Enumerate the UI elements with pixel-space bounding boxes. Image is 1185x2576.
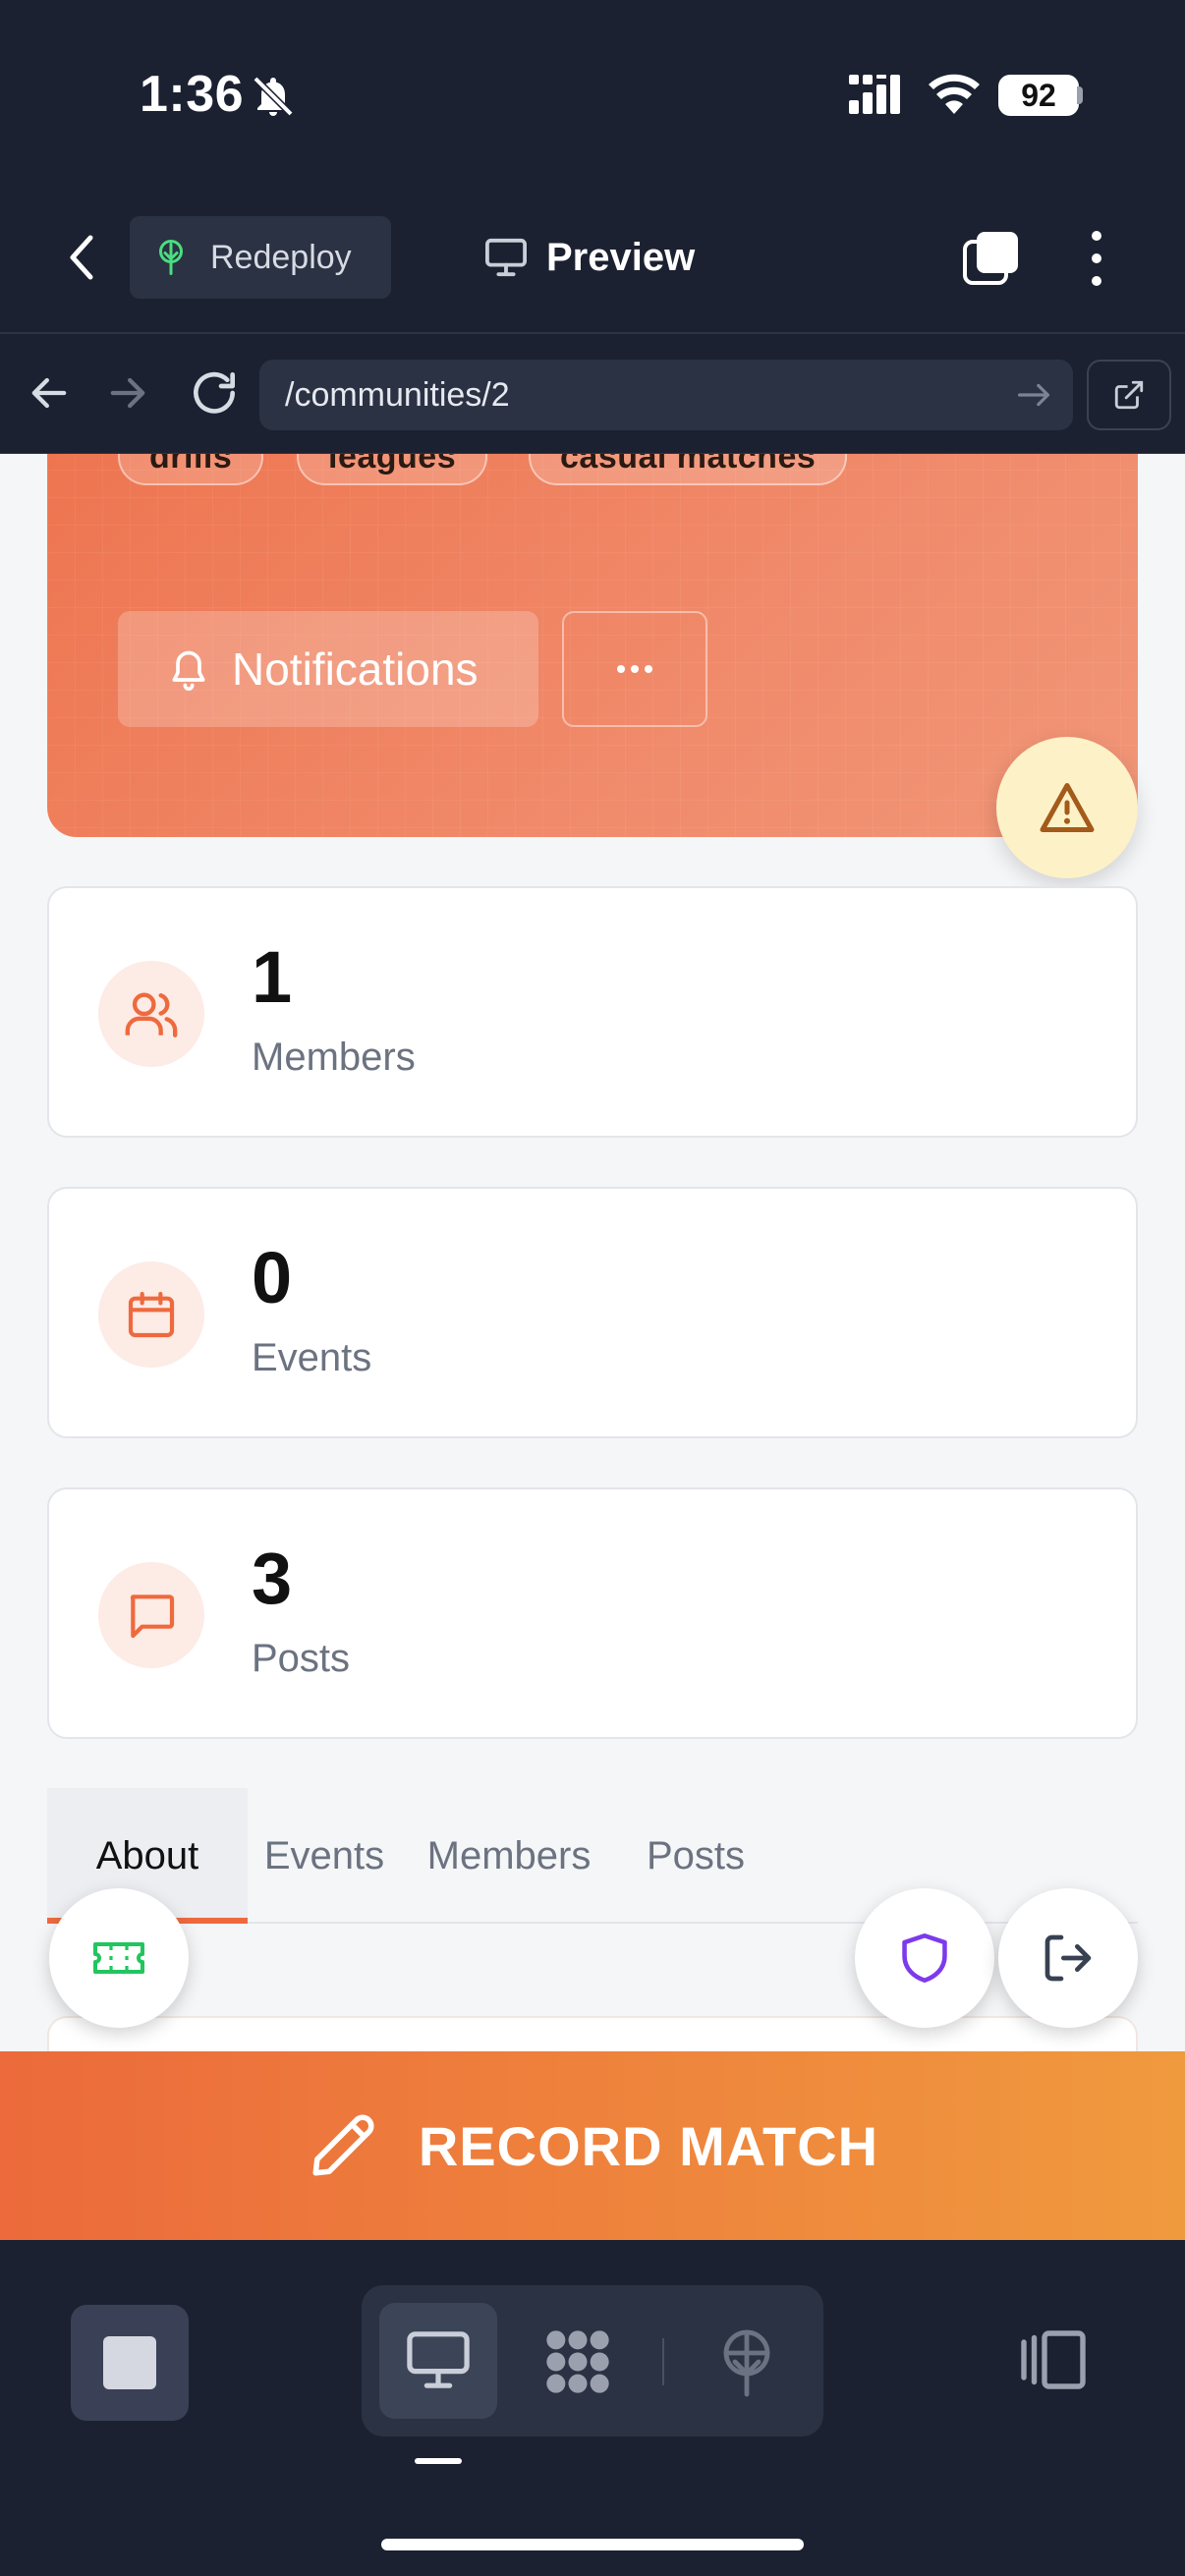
- posts-count: 3: [252, 1538, 293, 1619]
- stat-card-members: 1 Members: [47, 886, 1138, 1138]
- stop-square-icon: [103, 2336, 156, 2389]
- events-label: Events: [252, 1336, 372, 1379]
- stop-button[interactable]: [71, 2305, 189, 2421]
- bell-off-icon: [253, 76, 294, 117]
- ellipsis-icon: [617, 665, 652, 673]
- bell-icon: [172, 650, 205, 691]
- mode-divider: [662, 2338, 664, 2385]
- external-link-icon: [1114, 380, 1144, 410]
- status-time: 1:36: [140, 66, 245, 123]
- more-actions-button[interactable]: [562, 611, 707, 727]
- tab-members[interactable]: Members: [401, 1788, 617, 1924]
- pencil-icon: [312, 2114, 374, 2176]
- notifications-label: Notifications: [232, 644, 479, 695]
- stat-card-posts: 3 Posts: [47, 1487, 1138, 1739]
- record-match-button[interactable]: RECORD MATCH: [0, 2051, 1185, 2240]
- home-indicator: [381, 2539, 804, 2550]
- tag-casual-matches[interactable]: casual matches: [529, 454, 848, 485]
- users-icon: [98, 961, 204, 1067]
- deploy-mode-icon[interactable]: [711, 2326, 782, 2397]
- tabs-switcher-icon[interactable]: [961, 228, 1022, 289]
- redeploy-button[interactable]: Redeploy: [130, 216, 391, 299]
- go-arrow-icon[interactable]: [1014, 379, 1053, 411]
- preview-button[interactable]: Preview: [483, 228, 695, 287]
- calendar-icon: [98, 1261, 204, 1368]
- side-panel-icon[interactable]: [1018, 2326, 1089, 2393]
- preview-label: Preview: [546, 235, 696, 279]
- members-count: 1: [252, 936, 293, 1018]
- members-label: Members: [252, 1036, 416, 1079]
- url-input[interactable]: /communities/2: [259, 360, 1073, 430]
- logout-icon: [1044, 1934, 1092, 1982]
- warning-triangle-icon: [1040, 783, 1095, 832]
- leave-community-fab[interactable]: [998, 1888, 1138, 2028]
- tab-events[interactable]: Events: [248, 1788, 401, 1924]
- nav-forward-icon[interactable]: [102, 367, 153, 419]
- monitor-mode-icon: [407, 2331, 470, 2388]
- tag-leagues[interactable]: leagues: [297, 454, 488, 485]
- community-hero: drills leagues casual matches Notificati…: [47, 454, 1138, 837]
- posts-label: Posts: [252, 1637, 351, 1680]
- redeploy-label: Redeploy: [210, 238, 352, 276]
- page-content: drills leagues casual matches Notificati…: [0, 454, 1185, 2051]
- shield-icon: [902, 1933, 947, 1983]
- battery-tip: [1077, 86, 1083, 104]
- monitor-icon: [485, 238, 527, 277]
- record-match-label: RECORD MATCH: [418, 2114, 879, 2177]
- nav-back-icon[interactable]: [24, 367, 75, 419]
- admin-shield-fab[interactable]: [855, 1888, 994, 2028]
- community-tabs: About Events Members Posts: [47, 1788, 1138, 1924]
- wifi-icon: [929, 74, 980, 114]
- ticket-icon: [93, 1942, 144, 1974]
- ticket-fab[interactable]: [49, 1888, 189, 2028]
- active-mode-indicator: [415, 2458, 462, 2464]
- signal-icon: [849, 75, 900, 114]
- code-mode-icon[interactable]: [540, 2324, 615, 2399]
- open-external-button[interactable]: [1087, 360, 1171, 430]
- message-icon: [98, 1562, 204, 1668]
- deploy-tree-icon: [159, 240, 183, 275]
- battery-indicator: 92: [998, 75, 1079, 116]
- about-card: [47, 2016, 1138, 2051]
- notifications-button[interactable]: Notifications: [118, 611, 538, 727]
- stat-card-events: 0 Events: [47, 1187, 1138, 1438]
- events-count: 0: [252, 1237, 293, 1318]
- report-warning-button[interactable]: [996, 737, 1138, 878]
- tag-drills[interactable]: drills: [118, 454, 264, 485]
- reload-icon[interactable]: [187, 365, 242, 420]
- more-options-icon[interactable]: [1081, 228, 1112, 289]
- tab-posts[interactable]: Posts: [617, 1788, 774, 1924]
- back-chevron-icon[interactable]: [55, 222, 110, 293]
